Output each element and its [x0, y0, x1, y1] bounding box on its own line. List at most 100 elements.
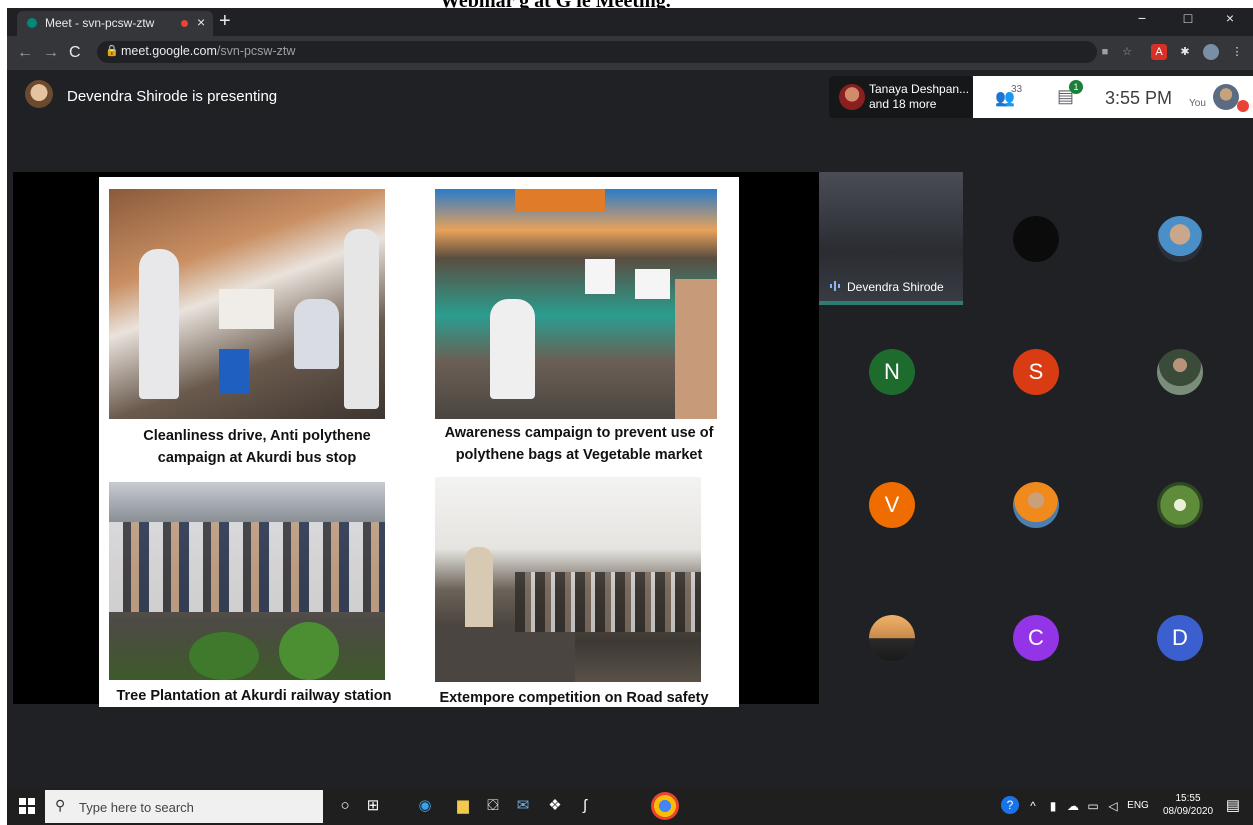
meeting-time: 3:55 PM — [1105, 88, 1173, 108]
search-icon: ⚲ — [55, 797, 66, 813]
photo-vegetable-market — [435, 189, 717, 419]
participant-tile[interactable] — [1107, 305, 1251, 438]
participant-avatar — [1157, 349, 1203, 395]
pdf-extension-icon[interactable]: A — [1151, 44, 1167, 60]
task-view-icon[interactable]: ⊞ — [363, 796, 383, 816]
letter-avatar-v: V — [869, 482, 915, 528]
url-field[interactable]: 🔒 meet.google.com/svn-pcsw-ztw — [97, 41, 1097, 63]
browser-tab[interactable]: Meet - svn-pcsw-ztw × — [17, 11, 213, 36]
maximize-button[interactable]: □ — [1173, 10, 1203, 26]
new-tab-button[interactable]: + — [219, 10, 231, 33]
notifications-icon[interactable]: ▤ — [1223, 796, 1243, 816]
tray-chevron-icon[interactable]: ^ — [1023, 796, 1043, 816]
participant-tile[interactable] — [1107, 172, 1251, 305]
help-icon[interactable]: ? — [1001, 796, 1019, 814]
mic-muted-icon — [1237, 100, 1249, 112]
participant-tile[interactable]: S — [963, 305, 1107, 438]
presenting-label: Devendra Shirode is presenting — [67, 88, 278, 105]
windows-taskbar: ⚲ Type here to search ○ ⊞ ◉ ▆ ⛋ ✉ ❖ ʃ ? … — [7, 788, 1253, 825]
reload-icon[interactable]: C — [69, 44, 81, 62]
tile-devendra-shirode[interactable]: Devendra Shirode — [819, 172, 963, 305]
tile-name: Devendra Shirode — [847, 280, 944, 294]
presenter-avatar — [25, 80, 53, 108]
search-placeholder: Type here to search — [79, 800, 194, 815]
mail-icon[interactable]: ✉ — [513, 796, 533, 816]
speaking-indicator-icon — [830, 281, 840, 291]
participant-avatar — [869, 615, 915, 661]
caption-cleanliness: Cleanliness drive, Anti polythene campai… — [143, 428, 371, 466]
recording-dot-icon — [181, 20, 188, 27]
store-icon[interactable]: ⛋ — [483, 796, 503, 816]
caption-tree-plantation: Tree Plantation at Akurdi railway statio… — [116, 688, 392, 704]
language-indicator[interactable]: ENG — [1125, 796, 1151, 816]
forward-arrow-icon[interactable]: → — [43, 44, 59, 62]
participant-tile[interactable] — [963, 172, 1107, 305]
tray-date: 08/09/2020 — [1163, 806, 1214, 817]
participant-tile[interactable]: D — [1107, 571, 1251, 704]
profile-avatar-icon[interactable] — [1203, 44, 1219, 60]
participants-chip[interactable]: Tanaya Deshpan... and 18 more — [829, 76, 973, 118]
participant-tile[interactable] — [963, 438, 1107, 571]
meet-favicon-icon — [27, 18, 37, 28]
taskbar-search-box[interactable]: ⚲ Type here to search — [45, 790, 323, 823]
letter-avatar-d: D — [1157, 615, 1203, 661]
people-count: 33 — [1011, 84, 1023, 95]
file-explorer-icon[interactable]: ▆ — [453, 796, 473, 816]
participant-tile[interactable]: C — [963, 571, 1107, 704]
presentation-stage: Cleanliness drive, Anti polythene campai… — [13, 172, 819, 707]
participant-tile[interactable] — [819, 571, 963, 704]
camera-icon[interactable]: ■ — [1097, 44, 1113, 60]
participant-name: Tanaya Deshpan... — [869, 82, 970, 96]
participant-avatar — [839, 84, 865, 110]
participant-more: and 18 more — [869, 97, 937, 111]
tab-title: Meet - svn-pcsw-ztw — [45, 16, 155, 30]
volume-icon[interactable]: ◁ — [1103, 796, 1123, 816]
chrome-icon[interactable] — [651, 792, 679, 820]
participant-avatar — [1013, 482, 1059, 528]
lock-icon: 🔒 — [105, 45, 119, 57]
bookmark-star-icon[interactable]: ☆ — [1119, 44, 1135, 60]
letter-avatar-n: N — [869, 349, 915, 395]
tab-bar: Meet - svn-pcsw-ztw × + − □ × — [7, 8, 1253, 36]
back-arrow-icon[interactable]: ← — [17, 44, 33, 62]
cortana-icon[interactable]: ○ — [335, 796, 355, 816]
close-window-button[interactable]: × — [1215, 10, 1245, 26]
participant-grid: Devendra Shirode N S V C D — [819, 172, 1251, 704]
url-text: meet.google.com/svn-pcsw-ztw — [121, 44, 295, 58]
meet-area: Devendra Shirode is presenting Tanaya De… — [7, 70, 1253, 788]
url-host: meet.google.com — [121, 44, 217, 58]
battery-icon[interactable]: ▭ — [1083, 796, 1103, 816]
participant-tile[interactable]: V — [819, 438, 963, 571]
browser-menu-icon[interactable]: ⋮ — [1229, 44, 1245, 60]
letter-avatar-s: S — [1013, 349, 1059, 395]
participant-tile[interactable]: N — [819, 305, 963, 438]
caption-awareness: Awareness campaign to prevent use of pol… — [444, 425, 714, 463]
tray-time: 15:55 — [1175, 793, 1201, 804]
minimize-button[interactable]: − — [1127, 10, 1157, 26]
onedrive-icon[interactable]: ☁ — [1063, 796, 1083, 816]
letter-avatar-c: C — [1013, 615, 1059, 661]
address-bar-row: ← → C 🔒 meet.google.com/svn-pcsw-ztw ■ ☆… — [7, 36, 1253, 70]
participant-tile[interactable] — [1107, 438, 1251, 571]
photo-tree-plantation — [109, 482, 385, 680]
document-caption: Webinar g at G le Meeting. — [0, 0, 1253, 8]
windows-start-icon[interactable] — [19, 798, 35, 814]
extensions-puzzle-icon[interactable]: ✱ — [1177, 44, 1193, 60]
app-icon[interactable]: ʃ — [575, 796, 595, 816]
photo-cleanliness-drive — [109, 189, 385, 419]
caption-extempore: Extempore competition on Road safety — [439, 690, 709, 706]
url-path: /svn-pcsw-ztw — [216, 44, 296, 58]
participant-avatar — [1157, 216, 1203, 262]
dropbox-icon[interactable]: ❖ — [545, 796, 565, 816]
photo-extempore-competition — [435, 477, 701, 682]
chat-count-badge: 1 — [1069, 80, 1083, 94]
participant-avatar — [1013, 216, 1059, 262]
browser-window-chrome: Meet - svn-pcsw-ztw × + − □ × ← → C 🔒 me… — [7, 8, 1253, 70]
tray-clock[interactable]: 15:55 08/09/2020 — [1163, 792, 1213, 818]
slide: Cleanliness drive, Anti polythene campai… — [99, 177, 739, 707]
meet-top-bar: 👥 33 ▤ 1 3:55 PM You — [973, 76, 1253, 118]
tray-mic-icon[interactable]: ▮ — [1043, 796, 1063, 816]
edge-icon[interactable]: ◉ — [415, 796, 435, 816]
self-avatar[interactable] — [1213, 84, 1239, 110]
tab-close-icon[interactable]: × — [197, 14, 205, 30]
